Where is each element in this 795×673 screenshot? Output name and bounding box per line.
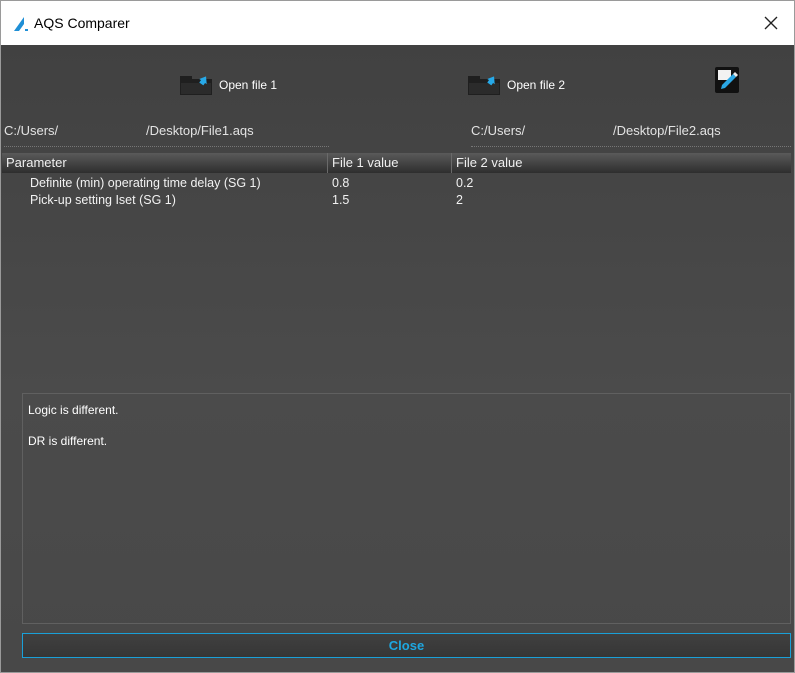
title-bar: AQS Comparer	[1, 1, 794, 45]
message-line: DR is different.	[28, 434, 108, 448]
open-file-2-label: Open file 2	[507, 78, 566, 92]
column-header-file1-value[interactable]: File 1 value	[328, 153, 451, 173]
column-header-parameter[interactable]: Parameter	[2, 153, 327, 173]
window-title: AQS Comparer	[34, 15, 130, 31]
client-area: Open file 1 Open file 2 C:/Users/ /Deskt…	[1, 45, 794, 672]
file1-value-cell: 0.8	[332, 176, 350, 190]
file2-value-cell: 2	[456, 193, 463, 207]
close-icon	[764, 16, 778, 30]
message-line: Logic is different.	[28, 403, 119, 417]
report-edit-icon	[715, 67, 739, 93]
file2-value-cell: 0.2	[456, 176, 474, 190]
open-file-2-button[interactable]: Open file 2	[467, 72, 565, 98]
close-button[interactable]: Close	[22, 633, 791, 658]
file1-path-underline	[4, 146, 329, 147]
column-header-file2-value[interactable]: File 2 value	[452, 153, 791, 173]
file2-path-underline	[471, 146, 791, 147]
table-header: Parameter File 1 value File 2 value	[2, 153, 791, 173]
file1-path-prefix: C:/Users/	[4, 123, 59, 138]
parameter-cell: Pick-up setting Iset (SG 1)	[30, 193, 176, 207]
export-report-button[interactable]	[715, 67, 739, 93]
table-row[interactable]: Definite (min) operating time delay (SG …	[2, 175, 770, 192]
differences-message-box[interactable]: Logic is different. DR is different.	[22, 393, 791, 624]
app-logo-icon	[14, 17, 28, 31]
open-folder-icon	[180, 76, 212, 95]
file1-value-cell: 1.5	[332, 193, 350, 207]
window-close-button[interactable]	[756, 9, 786, 37]
table-row[interactable]: Pick-up setting Iset (SG 1) 1.5 2	[2, 192, 770, 209]
open-folder-icon	[468, 76, 500, 95]
file2-path-prefix: C:/Users/	[471, 123, 526, 138]
comparison-table[interactable]: Parameter File 1 value File 2 value Defi…	[2, 153, 791, 378]
file2-path-suffix: /Desktop/File2.aqs	[613, 123, 721, 138]
file1-path-suffix: /Desktop/File1.aqs	[146, 123, 254, 138]
aqs-comparer-window: AQS Comparer Open file 1 Open file 2 C:/…	[0, 0, 795, 673]
parameter-cell: Definite (min) operating time delay (SG …	[30, 176, 261, 190]
open-file-1-button[interactable]: Open file 1	[179, 72, 277, 98]
open-file-1-label: Open file 1	[219, 78, 278, 92]
